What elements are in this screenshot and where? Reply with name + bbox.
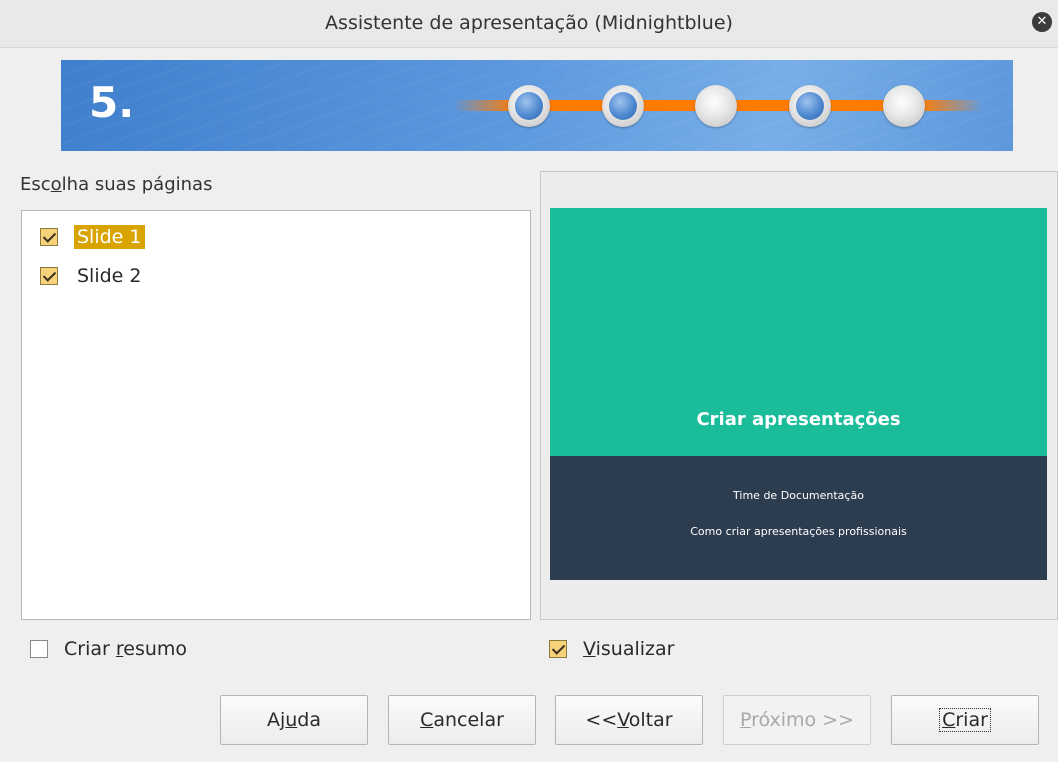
step-indicator-2 bbox=[602, 85, 644, 127]
back-button[interactable]: <<Voltar bbox=[555, 695, 703, 745]
preview-option[interactable]: Visualizar bbox=[549, 636, 674, 662]
step-indicator-3 bbox=[695, 85, 737, 127]
preview-checkbox[interactable] bbox=[549, 640, 567, 658]
create-button[interactable]: Criar bbox=[891, 695, 1039, 745]
slide-1-label[interactable]: Slide 1 bbox=[74, 225, 145, 249]
slide-preview-title: Criar apresentações bbox=[696, 409, 901, 430]
create-summary-label[interactable]: Criar resumo bbox=[64, 638, 187, 660]
close-icon[interactable]: ✕ bbox=[1032, 12, 1052, 32]
window-title: Assistente de apresentação (Midnightblue… bbox=[325, 12, 733, 34]
slide-2-checkbox[interactable] bbox=[40, 267, 58, 285]
slide-preview-line-1: Time de Documentação bbox=[733, 489, 864, 502]
step-indicator-4 bbox=[789, 85, 831, 127]
title-bar: Assistente de apresentação (Midnightblue… bbox=[0, 0, 1058, 48]
slide-preview-bottom bbox=[550, 456, 1047, 580]
create-summary-option[interactable]: Criar resumo bbox=[30, 636, 187, 662]
cancel-button[interactable]: Cancelar bbox=[388, 695, 536, 745]
slide-preview-line-2: Como criar apresentações profissionais bbox=[690, 525, 907, 538]
list-item-slide-1[interactable]: Slide 1 bbox=[40, 222, 145, 252]
slide-2-label[interactable]: Slide 2 bbox=[74, 264, 145, 288]
list-item-slide-2[interactable]: Slide 2 bbox=[40, 261, 145, 291]
create-summary-checkbox[interactable] bbox=[30, 640, 48, 658]
step-indicator-1 bbox=[508, 85, 550, 127]
help-button[interactable]: Ajuda bbox=[220, 695, 368, 745]
step-number: 5. bbox=[89, 78, 135, 127]
next-button[interactable]: Próximo >> bbox=[723, 695, 871, 745]
step-indicator-5 bbox=[883, 85, 925, 127]
pages-section-label: Escolha suas páginas bbox=[20, 174, 213, 195]
slide-1-checkbox[interactable] bbox=[40, 228, 58, 246]
wizard-banner: 5. bbox=[61, 60, 1013, 151]
preview-label[interactable]: Visualizar bbox=[583, 638, 674, 660]
